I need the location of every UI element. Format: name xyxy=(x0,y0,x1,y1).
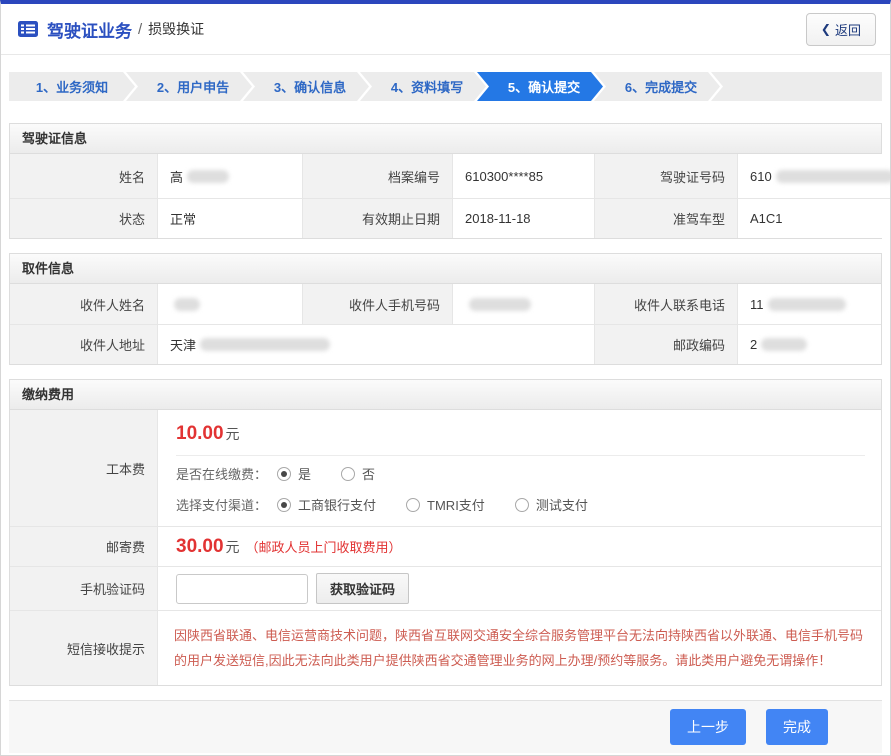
step-6[interactable]: 6、完成提交 xyxy=(594,72,720,101)
step-2[interactable]: 2、用户申告 xyxy=(126,72,252,101)
recipient-mobile-value xyxy=(452,284,594,324)
prev-step-button[interactable]: 上一步 xyxy=(670,709,746,745)
radio-channel-tmri[interactable]: TMRI支付 xyxy=(406,495,485,514)
license-no-label: 驾驶证号码 xyxy=(594,154,737,198)
recipient-address-label: 收件人地址 xyxy=(10,324,157,364)
license-info-section: 驾驶证信息 姓名 高 档案编号 610300****85 驾驶证号码 610 状… xyxy=(9,123,882,239)
radio-online-no-label: 否 xyxy=(362,464,375,483)
spacer xyxy=(158,518,881,526)
footer-bar: 上一步 完成 xyxy=(9,700,882,753)
redacted-blur xyxy=(187,170,229,183)
radio-online-no[interactable]: 否 xyxy=(341,464,375,483)
radio-icon xyxy=(515,498,529,512)
step-4[interactable]: 4、资料填写 xyxy=(360,72,486,101)
radio-channel-test[interactable]: 测试支付 xyxy=(515,495,588,514)
radio-online-yes-label: 是 xyxy=(298,464,311,483)
radio-channel-icbc[interactable]: 工商银行支付 xyxy=(277,495,376,514)
sms-code-label: 手机验证码 xyxy=(10,566,157,610)
sms-code-input[interactable] xyxy=(176,574,308,604)
sms-code-cell: 获取验证码 xyxy=(157,566,881,610)
radio-channel-tmri-label: TMRI支付 xyxy=(427,495,485,514)
production-fee-amount: 10.00元 xyxy=(158,410,881,455)
valid-until-label: 有效期止日期 xyxy=(302,198,452,238)
postal-code-label: 邮政编码 xyxy=(594,324,737,364)
page-title: 驾驶证业务 xyxy=(47,17,132,42)
redacted-blur xyxy=(200,338,330,351)
radio-icon xyxy=(406,498,420,512)
pickup-info-section: 取件信息 收件人姓名 收件人手机号码 收件人联系电话 11 收件人地址 天津 邮… xyxy=(9,253,882,365)
production-fee-cell: 10.00元 是否在线缴费： 是 否 选择支付渠道： xyxy=(157,410,881,526)
status-label: 状态 xyxy=(10,198,157,238)
file-no-label: 档案编号 xyxy=(302,154,452,198)
recipient-phone-value: 11 xyxy=(737,284,881,324)
radio-icon xyxy=(341,467,355,481)
fees-section: 缴纳费用 工本费 10.00元 是否在线缴费： 是 否 xyxy=(9,379,882,686)
get-code-button[interactable]: 获取验证码 xyxy=(316,573,409,604)
redacted-blur xyxy=(469,298,531,311)
redacted-blur xyxy=(761,338,807,351)
name-value: 高 xyxy=(157,154,302,198)
mail-fee-cell: 30.00元（邮政人员上门收取费用） xyxy=(157,526,881,566)
page-container: 驾驶证业务 / 损毁换证 ❮ 返回 1、业务须知 2、用户申告 3、确认信息 4… xyxy=(0,0,891,756)
radio-channel-icbc-label: 工商银行支付 xyxy=(298,495,376,514)
header: 驾驶证业务 / 损毁换证 ❮ 返回 xyxy=(1,4,890,55)
step-3[interactable]: 3、确认信息 xyxy=(243,72,369,101)
name-label: 姓名 xyxy=(10,154,157,198)
vehicle-class-label: 准驾车型 xyxy=(594,198,737,238)
production-fee-label: 工本费 xyxy=(10,410,157,526)
recipient-mobile-label: 收件人手机号码 xyxy=(302,284,452,324)
recipient-address-value: 天津 xyxy=(157,324,594,364)
postal-code-value: 2 xyxy=(737,324,881,364)
pay-channel-row: 选择支付渠道： 工商银行支付 TMRI支付 测试支付 xyxy=(158,487,881,518)
license-info-table: 姓名 高 档案编号 610300****85 驾驶证号码 610 状态 正常 有… xyxy=(10,154,881,238)
radio-channel-test-label: 测试支付 xyxy=(536,495,588,514)
redacted-blur xyxy=(768,298,846,311)
finish-button[interactable]: 完成 xyxy=(766,709,828,745)
status-value: 正常 xyxy=(157,198,302,238)
sms-notice-label: 短信接收提示 xyxy=(10,610,157,685)
online-pay-question: 是否在线缴费： xyxy=(176,464,267,483)
breadcrumb-separator: / xyxy=(138,21,142,38)
valid-until-value: 2018-11-18 xyxy=(452,198,594,238)
chevron-left-icon: ❮ xyxy=(821,22,831,36)
license-no-value: 610 xyxy=(737,154,891,198)
sms-notice-text: 因陕西省联通、电信运营商技术问题，陕西省互联网交通安全综合服务管理平台无法向持陕… xyxy=(158,611,881,685)
online-pay-row: 是否在线缴费： 是 否 xyxy=(158,456,881,487)
redacted-blur xyxy=(776,170,891,183)
step-1[interactable]: 1、业务须知 xyxy=(9,72,135,101)
recipient-phone-label: 收件人联系电话 xyxy=(594,284,737,324)
mail-fee-label: 邮寄费 xyxy=(10,526,157,566)
step-5[interactable]: 5、确认提交 xyxy=(477,72,603,101)
radio-icon xyxy=(277,467,291,481)
sms-notice-cell: 因陕西省联通、电信运营商技术问题，陕西省互联网交通安全综合服务管理平台无法向持陕… xyxy=(157,610,881,685)
redacted-blur xyxy=(174,298,200,311)
breadcrumb-current: 损毁换证 xyxy=(148,19,204,39)
recipient-name-value xyxy=(157,284,302,324)
radio-icon xyxy=(277,498,291,512)
fees-table: 工本费 10.00元 是否在线缴费： 是 否 xyxy=(10,410,881,685)
fees-title: 缴纳费用 xyxy=(10,380,881,410)
pay-channel-question: 选择支付渠道： xyxy=(176,495,267,514)
mail-fee-note: （邮政人员上门收取费用） xyxy=(246,537,402,556)
steps-filler xyxy=(711,72,882,101)
list-icon xyxy=(17,20,39,38)
back-button-label: 返回 xyxy=(835,20,861,39)
license-info-title: 驾驶证信息 xyxy=(10,124,881,154)
pickup-info-table: 收件人姓名 收件人手机号码 收件人联系电话 11 收件人地址 天津 邮政编码 2 xyxy=(10,284,881,364)
pickup-info-title: 取件信息 xyxy=(10,254,881,284)
vehicle-class-value: A1C1 xyxy=(737,198,891,238)
back-button[interactable]: ❮ 返回 xyxy=(806,13,876,46)
radio-online-yes[interactable]: 是 xyxy=(277,464,311,483)
recipient-name-label: 收件人姓名 xyxy=(10,284,157,324)
steps-bar: 1、业务须知 2、用户申告 3、确认信息 4、资料填写 5、确认提交 6、完成提… xyxy=(9,72,882,101)
file-no-value: 610300****85 xyxy=(452,154,594,198)
